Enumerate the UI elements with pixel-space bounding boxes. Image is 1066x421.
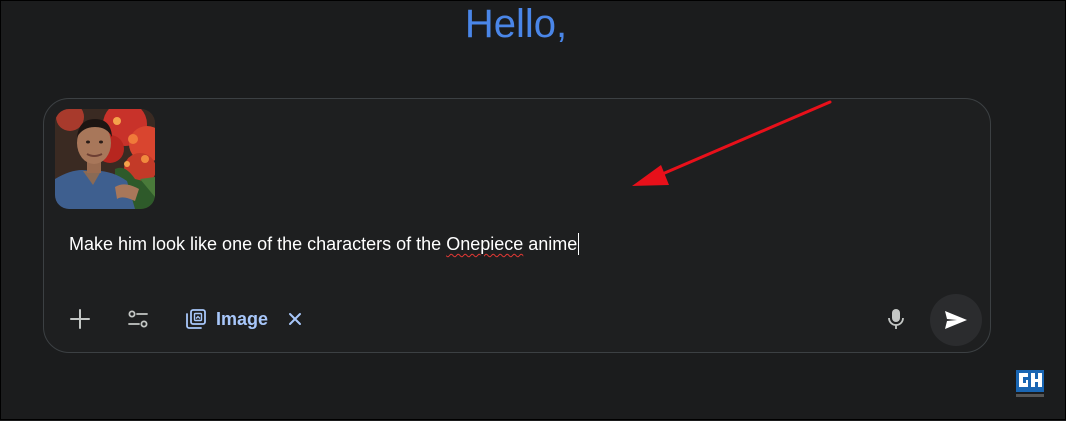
add-button[interactable] [62, 299, 98, 339]
tools-button[interactable] [120, 299, 156, 339]
image-mode-chip[interactable]: Image [184, 299, 302, 339]
microphone-icon [888, 309, 904, 329]
greeting-heading: Hello, [464, 2, 568, 46]
attached-photo-thumbnail[interactable] [55, 109, 155, 209]
prompt-text-end: anime [523, 234, 578, 254]
close-icon [289, 313, 302, 325]
image-chip-label: Image [216, 308, 269, 329]
prompt-composer: Make him look like one of the characters… [43, 98, 991, 353]
prompt-text-misspelled-word: Onepiece [446, 234, 524, 254]
prompt-text-start: Make him look like one of the characters… [69, 234, 447, 254]
remove-image-chip-button[interactable] [288, 312, 302, 326]
person-photo [55, 109, 155, 209]
send-button[interactable] [930, 294, 982, 346]
microphone-button[interactable] [878, 299, 914, 339]
prompt-input[interactable]: Make him look like one of the characters… [69, 233, 580, 255]
image-gallery-icon [186, 309, 206, 329]
text-caret [578, 233, 580, 255]
tools-sliders-icon [128, 310, 148, 328]
plus-icon [70, 309, 90, 329]
gadgets-to-use-logo [1014, 369, 1048, 401]
send-icon [945, 311, 967, 329]
